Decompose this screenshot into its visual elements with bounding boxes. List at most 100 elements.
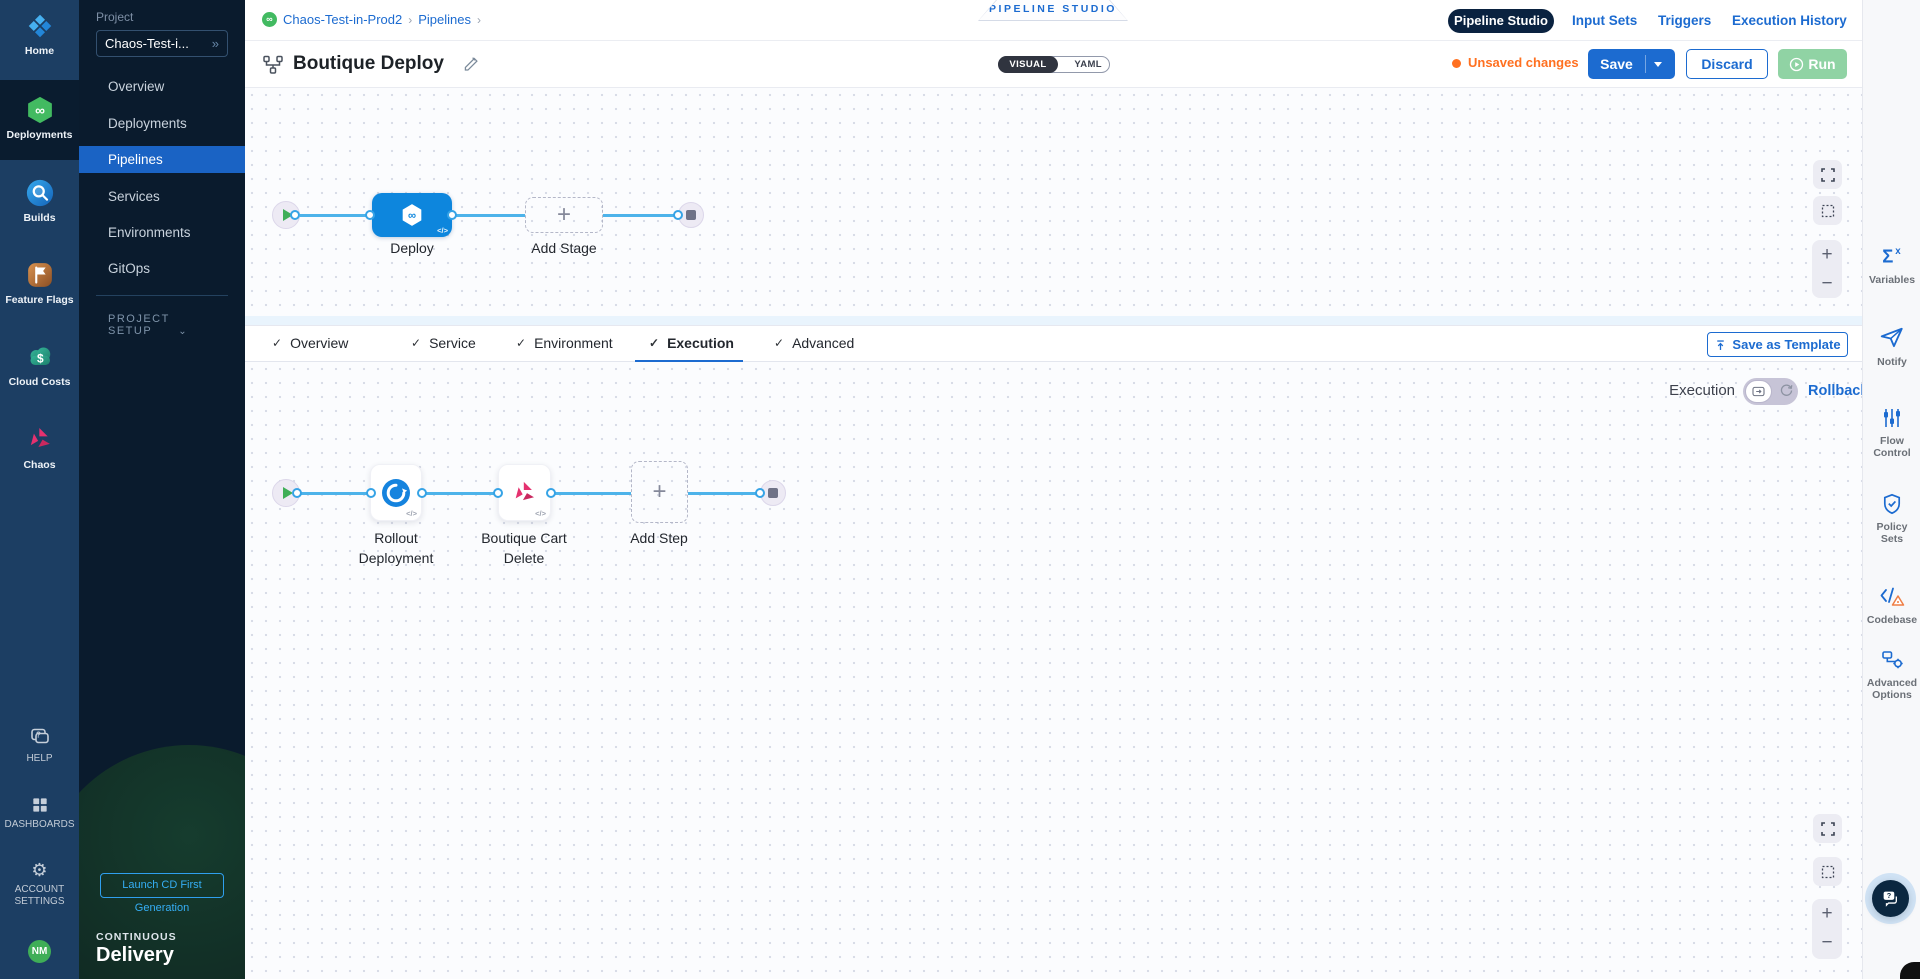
zoom-out-button[interactable]: − (1812, 269, 1842, 298)
connector-point[interactable] (546, 488, 556, 498)
project-setup-toggle[interactable]: PROJECT SETUP⌄ (108, 313, 245, 337)
add-stage-label: Add Stage (531, 240, 596, 256)
toolbar-policy-sets[interactable]: Policy Sets (1863, 492, 1920, 545)
connector-point[interactable] (755, 488, 765, 498)
visual-toggle-option[interactable]: VISUAL (998, 56, 1058, 73)
rail-item-chaos[interactable]: Chaos (0, 425, 79, 471)
yaml-code-badge[interactable]: </> (535, 509, 546, 518)
sidebar-item-deployments[interactable]: Deployments (79, 110, 245, 137)
nav-input-sets[interactable]: Input Sets (1572, 13, 1637, 28)
app-root: Home ∞ Deployments Builds Feature Flags … (0, 0, 1920, 979)
step-boutique-cart-delete[interactable]: </> (498, 464, 551, 521)
execution-canvas[interactable]: Execution Rollback </> Rol (245, 362, 1862, 979)
stage-canvas[interactable]: ∞ </> Deploy + Add Stage + − (245, 88, 1862, 325)
notify-icon (1879, 325, 1905, 351)
fullscreen-button[interactable] (1813, 160, 1842, 189)
rail-item-deployments[interactable]: ∞ Deployments (0, 80, 79, 160)
codebase-icon (1879, 585, 1905, 609)
rail-item-dashboards[interactable]: DASHBOARDS (0, 795, 79, 831)
tab-label: Service (429, 335, 476, 351)
tab-execution[interactable]: ✓Execution (649, 335, 734, 351)
save-as-template-button[interactable]: Save as Template (1707, 332, 1848, 357)
check-icon: ✓ (649, 336, 659, 350)
rail-item-builds[interactable]: Builds (0, 178, 79, 224)
breadcrumb-project-link[interactable]: Chaos-Test-in-Prod2 (283, 12, 402, 27)
rail-item-help[interactable]: ? HELP (0, 727, 79, 765)
launch-cd-first-gen-button[interactable]: Launch CD First Generation (100, 873, 224, 898)
variables-icon: Σx (1879, 243, 1905, 269)
nav-pipeline-studio[interactable]: Pipeline Studio (1448, 9, 1554, 33)
sidebar-item-environments[interactable]: Environments (79, 219, 245, 246)
toolbar-notify[interactable]: Notify (1863, 325, 1920, 368)
connector-point[interactable] (447, 210, 457, 220)
yaml-toggle-option[interactable]: YAML (1074, 57, 1102, 72)
gear-icon: ⚙ (30, 860, 50, 880)
execution-mode-option[interactable] (1745, 380, 1772, 403)
rail-item-feature-flags[interactable]: Feature Flags (0, 260, 79, 306)
fullscreen-button[interactable] (1813, 814, 1842, 843)
sidebar-item-pipelines[interactable]: Pipelines (79, 146, 245, 173)
user-avatar[interactable]: NM (28, 940, 51, 963)
fit-view-button[interactable] (1813, 857, 1842, 886)
save-caret-icon[interactable] (1654, 62, 1662, 67)
add-stage-button[interactable]: + (525, 197, 603, 233)
connector-point[interactable] (493, 488, 503, 498)
toolbar-variables[interactable]: Σx Variables (1863, 243, 1920, 286)
save-button[interactable]: Save (1588, 49, 1675, 79)
expand-selector-icon[interactable]: » (212, 31, 219, 56)
stage-canvas-highlight (245, 316, 1862, 325)
execution-rollback-toggle[interactable] (1743, 378, 1798, 405)
breadcrumb-pipelines-link[interactable]: Pipelines (418, 12, 471, 27)
toolbar-codebase[interactable]: Codebase (1863, 585, 1920, 626)
connector-point[interactable] (292, 488, 302, 498)
tab-overview[interactable]: ✓Overview (272, 335, 348, 351)
sidebar-item-gitops[interactable]: GitOps (79, 255, 245, 282)
project-label: Project (96, 10, 133, 24)
chaos-icon (25, 425, 55, 455)
connector-point[interactable] (366, 488, 376, 498)
yaml-code-badge[interactable]: </> (437, 226, 448, 235)
run-button[interactable]: Run (1778, 49, 1847, 79)
help-chat-button[interactable]: ? (1872, 880, 1909, 917)
fit-view-button[interactable] (1813, 196, 1842, 225)
yaml-code-badge[interactable]: </> (406, 509, 417, 518)
stage-node-deploy[interactable]: ∞ </> (372, 193, 452, 237)
sidebar-item-services[interactable]: Services (79, 183, 245, 210)
rollback-mode-option[interactable] (1779, 383, 1794, 403)
toolbar-advanced-options[interactable]: Advanced Options (1863, 648, 1920, 701)
project-selector-value: Chaos-Test-i... (105, 31, 189, 56)
zoom-in-button[interactable]: + (1812, 899, 1842, 928)
tab-advanced[interactable]: ✓Advanced (774, 335, 854, 351)
discard-button[interactable]: Discard (1686, 49, 1768, 79)
check-icon: ✓ (774, 336, 784, 350)
svg-text:Σ: Σ (1882, 246, 1893, 267)
sidebar-divider (96, 295, 228, 296)
tab-service[interactable]: ✓Service (411, 335, 476, 351)
unsaved-dot (1452, 59, 1461, 68)
edit-pencil-icon[interactable] (462, 56, 479, 73)
rail-item-account-settings[interactable]: ⚙ ACCOUNT SETTINGS (0, 860, 79, 908)
connector-point[interactable] (365, 210, 375, 220)
connector-point[interactable] (673, 210, 683, 220)
connector-point[interactable] (417, 488, 427, 498)
connector-point[interactable] (290, 210, 300, 220)
connector-line (422, 492, 498, 495)
rail-item-cloud-costs[interactable]: $ Cloud Costs (0, 342, 79, 388)
sidebar-item-overview[interactable]: Overview (79, 73, 245, 100)
rail-item-home[interactable]: Home (0, 11, 79, 57)
template-upload-icon (1714, 339, 1727, 352)
step-rollout-deployment[interactable]: </> (370, 464, 422, 521)
zoom-out-button[interactable]: − (1812, 928, 1842, 957)
toolbar-label: Codebase (1863, 614, 1920, 626)
add-step-button[interactable]: + (631, 461, 688, 523)
project-selector[interactable]: Chaos-Test-i... » (96, 30, 228, 57)
toolbar-flow-control[interactable]: Flow Control (1863, 406, 1920, 459)
tab-environment[interactable]: ✓Environment (516, 335, 613, 351)
rollback-link[interactable]: Rollback (1808, 383, 1868, 399)
nav-execution-history[interactable]: Execution History (1732, 13, 1847, 28)
zoom-in-button[interactable]: + (1812, 240, 1842, 269)
svg-text:∞: ∞ (35, 103, 45, 118)
visual-yaml-toggle[interactable]: VISUAL YAML (998, 56, 1110, 73)
nav-triggers[interactable]: Triggers (1658, 13, 1711, 28)
stop-icon (686, 210, 696, 220)
